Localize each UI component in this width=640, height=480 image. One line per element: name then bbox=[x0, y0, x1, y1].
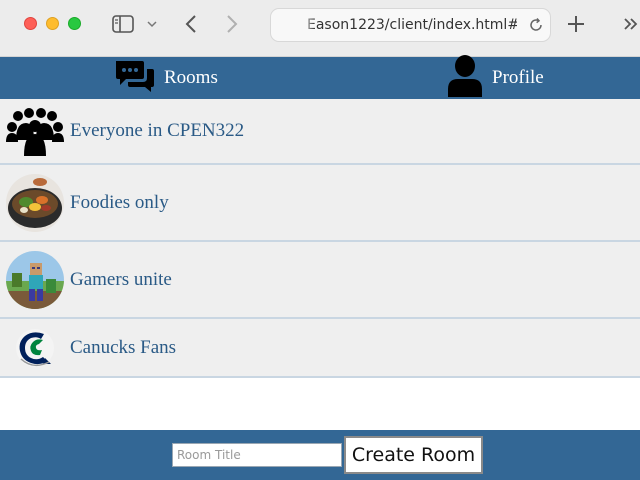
address-bar[interactable]: Eason1223/client/index.html#/ bbox=[270, 8, 551, 42]
canucks-logo bbox=[6, 319, 64, 377]
nav-profile-label: Profile bbox=[492, 67, 544, 88]
group-icon bbox=[6, 102, 64, 160]
minimize-window-button[interactable] bbox=[46, 17, 59, 30]
app-nav: Rooms Profile bbox=[0, 54, 640, 102]
sidebar-toggle-icon[interactable] bbox=[111, 12, 135, 36]
room-name: Canucks Fans bbox=[70, 336, 177, 358]
room-item[interactable]: Canucks Fans bbox=[0, 319, 640, 378]
create-room-footer: Create Room bbox=[0, 430, 640, 480]
url-text: Eason1223/client/index.html#/ bbox=[307, 17, 517, 33]
new-tab-icon[interactable] bbox=[565, 12, 587, 36]
room-name: Gamers unite bbox=[70, 268, 172, 290]
browser-toolbar: Eason1223/client/index.html#/ bbox=[0, 0, 640, 57]
room-list: Everyone in CPEN322 Foodies only Gamers … bbox=[0, 99, 640, 378]
reload-icon[interactable] bbox=[527, 16, 545, 34]
room-name: Foodies only bbox=[70, 191, 169, 213]
close-window-button[interactable] bbox=[24, 17, 37, 30]
back-arrow-icon[interactable] bbox=[181, 12, 201, 36]
nav-rooms[interactable]: Rooms bbox=[114, 57, 218, 99]
room-item[interactable]: Gamers unite bbox=[0, 242, 640, 319]
food-bowl-image bbox=[6, 173, 64, 232]
room-item[interactable]: Foodies only bbox=[0, 165, 640, 242]
more-chevron-icon[interactable] bbox=[622, 12, 640, 36]
zoom-window-button[interactable] bbox=[68, 17, 81, 30]
room-item[interactable]: Everyone in CPEN322 bbox=[0, 99, 640, 165]
minecraft-image bbox=[6, 250, 64, 309]
chat-bubbles-icon bbox=[114, 59, 156, 98]
chevron-down-icon[interactable] bbox=[145, 12, 159, 36]
nav-rooms-label: Rooms bbox=[164, 67, 218, 88]
forward-arrow-icon[interactable] bbox=[222, 12, 242, 36]
room-title-input[interactable] bbox=[172, 443, 342, 467]
nav-profile[interactable]: Profile bbox=[446, 54, 544, 102]
create-room-button[interactable]: Create Room bbox=[344, 436, 483, 474]
user-icon bbox=[446, 54, 484, 102]
room-name: Everyone in CPEN322 bbox=[70, 120, 245, 141]
